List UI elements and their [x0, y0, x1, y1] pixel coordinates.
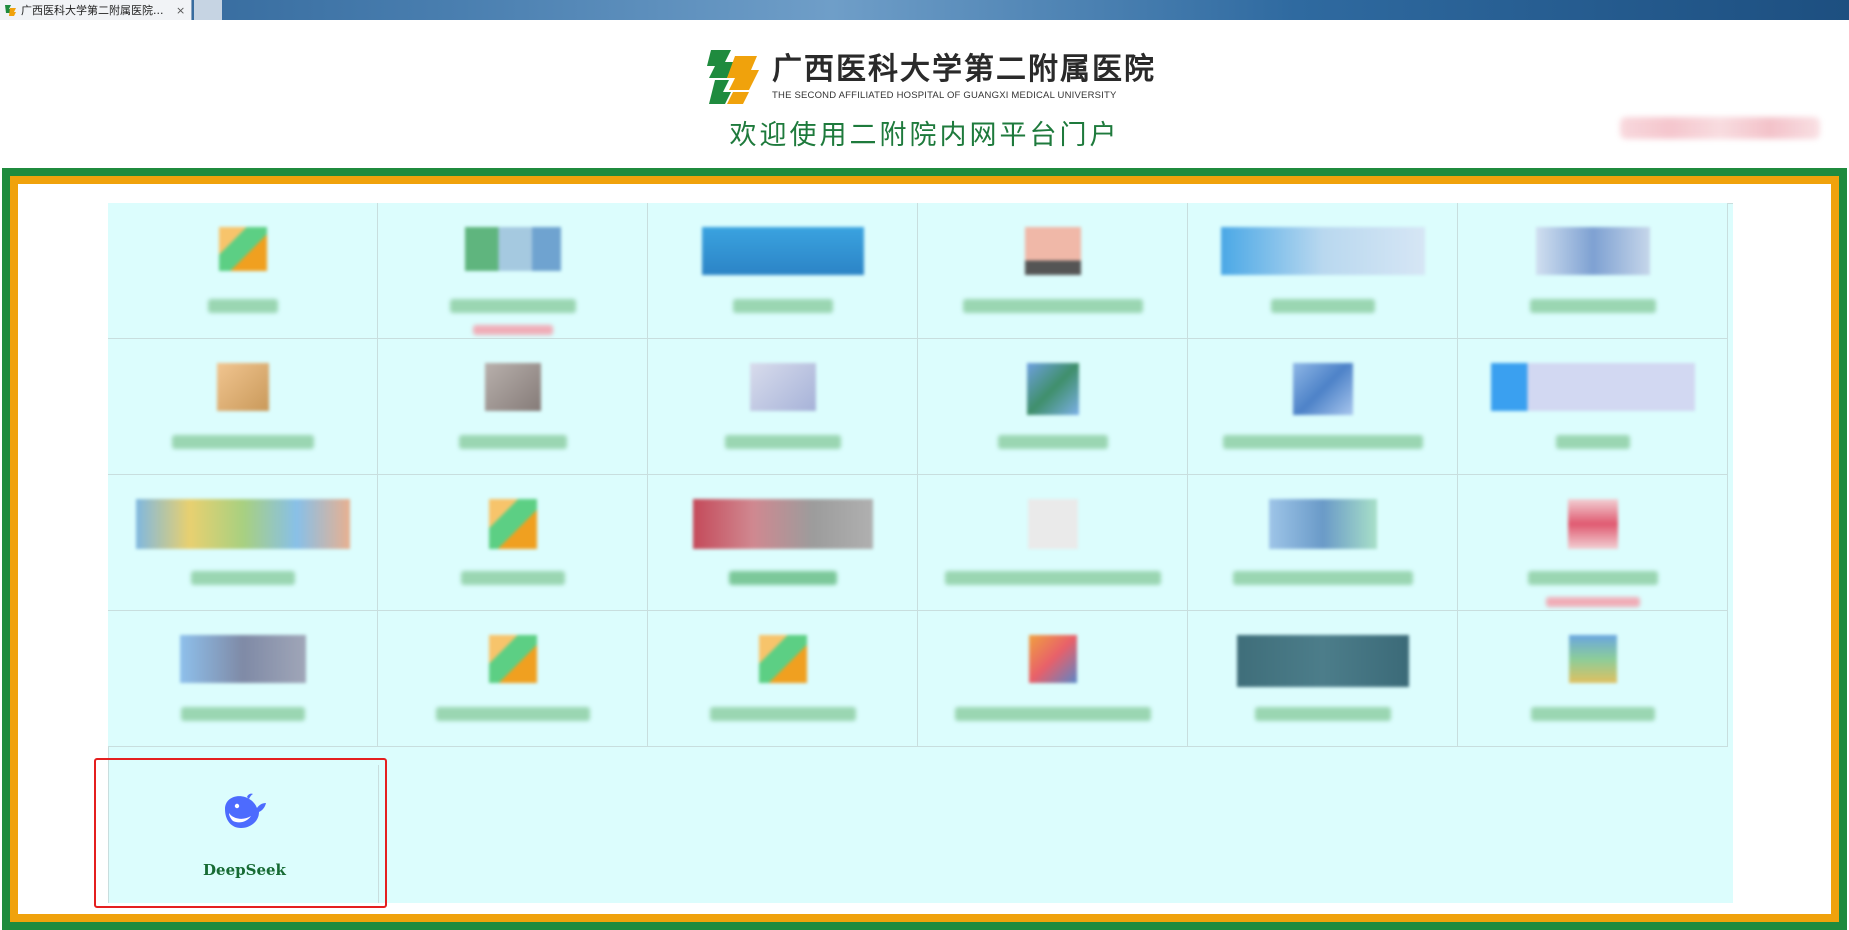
user-info-redacted	[1620, 117, 1820, 139]
hospital-logo: 广西医科大学第二附属医院 THE SECOND AFFILIATED HOSPI…	[705, 42, 1156, 112]
app-tile[interactable]	[918, 611, 1188, 747]
app-tile[interactable]	[108, 203, 378, 339]
app-tile[interactable]	[108, 475, 378, 611]
app-tile[interactable]	[1458, 203, 1728, 339]
app-tile[interactable]	[648, 203, 918, 339]
app-tile[interactable]	[1458, 611, 1728, 747]
app-tile[interactable]	[1458, 339, 1728, 475]
app-tile[interactable]	[648, 611, 918, 747]
app-tile[interactable]	[378, 339, 648, 475]
page-title: 欢迎使用二附院内网平台门户	[729, 120, 1120, 151]
new-tab-button[interactable]	[194, 0, 222, 20]
hospital-name-cn: 广西医科大学第二附属医院	[772, 52, 1156, 87]
app-tile[interactable]	[648, 475, 918, 611]
app-tile[interactable]	[1188, 339, 1458, 475]
portal-header: 广西医科大学第二附属医院 THE SECOND AFFILIATED HOSPI…	[0, 20, 1849, 168]
app-tile[interactable]	[918, 203, 1188, 339]
app-tile[interactable]	[1188, 475, 1458, 611]
hospital-logo-icon	[4, 4, 17, 17]
app-tile[interactable]	[378, 475, 648, 611]
app-tile[interactable]	[648, 339, 918, 475]
app-tile[interactable]	[918, 475, 1188, 611]
app-tile[interactable]	[378, 611, 648, 747]
browser-tab[interactable]: 广西医科大学第二附属医院... ×	[0, 0, 192, 20]
app-tile[interactable]	[1188, 611, 1458, 747]
app-tile[interactable]	[1458, 475, 1728, 611]
selection-highlight	[94, 758, 387, 908]
app-tile[interactable]	[918, 339, 1188, 475]
hospital-name-en: THE SECOND AFFILIATED HOSPITAL OF GUANGX…	[772, 90, 1117, 101]
browser-tabstrip: 广西医科大学第二附属医院... ×	[0, 0, 1849, 20]
app-tile[interactable]	[108, 339, 378, 475]
app-tile[interactable]	[1188, 203, 1458, 339]
hospital-logo-icon	[705, 48, 761, 106]
tab-title: 广西医科大学第二附属医院...	[21, 4, 164, 17]
close-icon[interactable]: ×	[176, 4, 185, 17]
app-tile[interactable]	[108, 611, 378, 747]
app-tile[interactable]	[378, 203, 648, 339]
